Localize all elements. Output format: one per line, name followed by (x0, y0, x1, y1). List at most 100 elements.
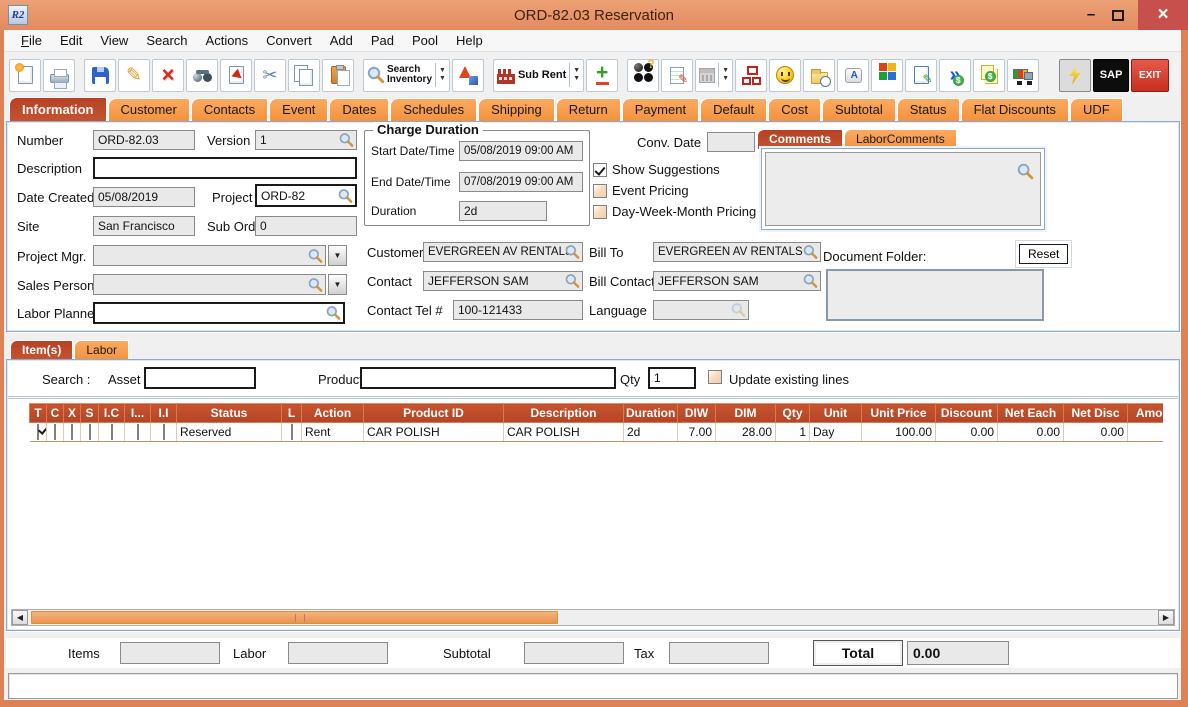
col-l[interactable]: L (281, 403, 302, 423)
print-button[interactable] (43, 58, 75, 92)
org-chart-button[interactable] (735, 58, 768, 92)
tab-flat-discounts[interactable]: Flat Discounts (960, 98, 1069, 121)
tab-labor[interactable]: Labor (74, 340, 130, 360)
tab-subtotal[interactable]: Subtotal (822, 98, 896, 121)
cubes-button[interactable] (871, 58, 904, 92)
row-l-checkbox[interactable] (290, 424, 293, 440)
col-qty[interactable]: Qty (775, 403, 810, 423)
notes-button[interactable] (661, 58, 694, 92)
calendar-dropdown-icon[interactable]: ▼ ▼ (718, 63, 729, 87)
edit-note-button[interactable] (905, 58, 938, 92)
row-idots-checkbox[interactable] (136, 424, 139, 440)
col-idots[interactable]: I... (124, 403, 151, 423)
quick-action-button[interactable] (1059, 58, 1092, 92)
col-t[interactable]: T (29, 403, 47, 423)
contact-button[interactable] (769, 58, 802, 92)
labor-planner-field[interactable] (93, 302, 345, 324)
minimize-button[interactable]: – (1076, 0, 1106, 30)
scroll-right-icon[interactable]: ▶ (1158, 610, 1174, 625)
col-diw[interactable]: DIW (677, 403, 716, 423)
tab-default[interactable]: Default (700, 98, 768, 121)
reset-button[interactable]: Reset (1019, 244, 1069, 264)
menu-pool[interactable]: Pool (403, 33, 447, 48)
col-net-each[interactable]: Net Each (997, 403, 1064, 423)
update-existing-checkbox[interactable] (708, 370, 722, 384)
tab-udf[interactable]: UDF (1069, 98, 1123, 121)
row-t-checkbox[interactable] (36, 424, 39, 440)
scroll-left-icon[interactable]: ◀ (12, 610, 28, 625)
find-button[interactable] (186, 58, 218, 92)
col-unit-price[interactable]: Unit Price (861, 403, 936, 423)
col-action[interactable]: Action (301, 403, 364, 423)
menu-edit[interactable]: Edit (51, 33, 91, 48)
project-mgr-dropdown-icon[interactable]: ▼ (328, 245, 347, 266)
sub-rent-dropdown-icon[interactable]: ▼ ▼ (569, 63, 580, 87)
qty-input[interactable] (648, 367, 696, 389)
shipping-button[interactable] (1007, 58, 1040, 92)
tab-shipping[interactable]: Shipping (478, 98, 555, 121)
col-unit[interactable]: Unit (809, 403, 862, 423)
delete-button[interactable]: × (152, 58, 184, 92)
horizontal-scrollbar[interactable]: ◀ ▶ (11, 609, 1175, 626)
row-s-checkbox[interactable] (88, 424, 91, 440)
calendar-button[interactable]: ▼ ▼ (695, 58, 734, 92)
col-s[interactable]: S (80, 403, 99, 423)
save-button[interactable] (84, 58, 116, 92)
tab-information[interactable]: Information (9, 97, 107, 121)
customer-search-icon[interactable] (565, 244, 580, 260)
tab-cost[interactable]: Cost (768, 98, 821, 121)
col-ic[interactable]: I.C (98, 403, 125, 423)
line-item-row[interactable]: Reserved Rent CAR POLISH CAR POLISH 2d 7… (29, 422, 1163, 442)
tab-schedules[interactable]: Schedules (390, 98, 478, 121)
version-search-icon[interactable] (339, 132, 354, 148)
col-duration[interactable]: Duration (623, 403, 678, 423)
tab-payment[interactable]: Payment (621, 98, 700, 121)
quote-button[interactable]: $ (973, 58, 1006, 92)
description-input[interactable] (93, 157, 357, 179)
col-status[interactable]: Status (176, 403, 282, 423)
search-inventory-button[interactable]: Search Inventory ▼ ▼ (363, 58, 450, 92)
menu-file[interactable]: File (12, 33, 51, 48)
show-suggestions-checkbox[interactable] (593, 162, 607, 177)
transfer-button[interactable] (220, 58, 252, 92)
copy-button[interactable] (288, 58, 320, 92)
col-description[interactable]: Description (503, 403, 624, 423)
comments-textarea[interactable] (765, 152, 1041, 226)
labor-planner-search-icon[interactable] (326, 305, 341, 321)
add-line-button[interactable]: + (586, 58, 619, 92)
menu-help[interactable]: Help (447, 33, 492, 48)
paste-button[interactable] (322, 58, 354, 92)
menu-pad[interactable]: Pad (362, 33, 403, 48)
row-c-checkbox[interactable] (54, 424, 56, 440)
maximize-button[interactable] (1112, 9, 1124, 21)
menu-view[interactable]: View (91, 33, 137, 48)
tab-contacts[interactable]: Contacts (190, 98, 269, 121)
menu-actions[interactable]: Actions (197, 33, 258, 48)
tab-items[interactable]: Item(s) (10, 340, 74, 360)
sales-person-search-icon[interactable] (308, 277, 323, 292)
contact-search-icon[interactable] (565, 273, 580, 289)
new-button[interactable] (9, 58, 41, 92)
close-button[interactable]: × (1138, 0, 1188, 30)
project-field[interactable]: ORD-82 (255, 184, 357, 207)
project-search-icon[interactable] (338, 188, 353, 203)
cut-button[interactable]: ✂ (254, 58, 286, 92)
asset-input[interactable] (144, 367, 256, 389)
row-ic-checkbox[interactable] (110, 424, 113, 440)
menu-add[interactable]: Add (321, 33, 362, 48)
row-ii-checkbox[interactable] (162, 424, 165, 440)
col-ii[interactable]: I.I (150, 403, 177, 423)
history-folder-button[interactable] (803, 58, 836, 92)
sales-person-dropdown-icon[interactable]: ▼ (328, 274, 347, 295)
tab-labor-comments[interactable]: LaborComments (844, 129, 957, 149)
shapes-button[interactable] (451, 58, 484, 92)
product-input[interactable] (360, 367, 616, 389)
col-x[interactable]: X (63, 403, 81, 423)
bill-contact-search-icon[interactable] (803, 273, 818, 289)
tab-event[interactable]: Event (269, 98, 329, 121)
shortcut-key-button[interactable] (837, 58, 870, 92)
bill-to-search-icon[interactable] (803, 244, 818, 260)
tab-status[interactable]: Status (896, 98, 960, 121)
search-inventory-dropdown-icon[interactable]: ▼ ▼ (435, 63, 446, 87)
sub-rent-button[interactable]: Sub Rent ▼ ▼ (492, 58, 585, 92)
